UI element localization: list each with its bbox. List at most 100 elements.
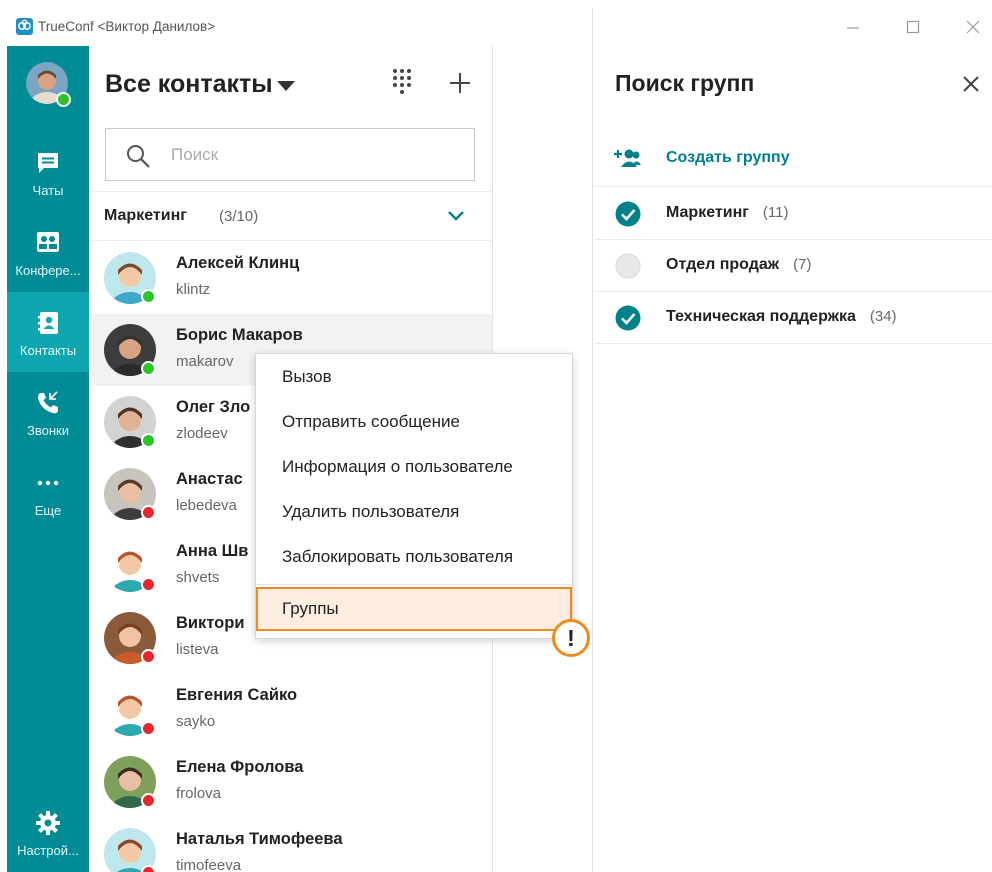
- contact-login: sayko: [176, 713, 216, 730]
- nav-label: Конфере...: [15, 263, 81, 278]
- group-name: Маркетинг: [666, 204, 749, 221]
- presence-status-dot: [141, 577, 156, 592]
- more-icon: [35, 470, 61, 496]
- group-search-panel: Поиск групп Создать группу Маркетинг (11)…: [594, 46, 992, 872]
- contact-login: frolova: [176, 785, 222, 802]
- create-group-button[interactable]: Создать группу: [594, 131, 992, 187]
- online-status-dot: [56, 92, 71, 107]
- group-search-title: Поиск групп: [615, 70, 755, 96]
- group-count: (3/10): [219, 208, 259, 225]
- contact-avatar: [103, 395, 157, 449]
- contact-login: shvets: [176, 569, 220, 586]
- group-name: Отдел продаж: [666, 256, 780, 273]
- maximize-button[interactable]: [903, 17, 923, 37]
- user-avatar[interactable]: [26, 62, 71, 107]
- contact-avatar: [103, 683, 157, 737]
- contact-row[interactable]: Елена Фролова frolova: [89, 746, 492, 818]
- contact-row[interactable]: Евгения Сайко sayko: [89, 674, 492, 746]
- contact-name: Евгения Сайко: [176, 686, 298, 704]
- dropdown-arrow-icon[interactable]: [277, 81, 295, 91]
- contact-login: timofeeva: [176, 857, 242, 872]
- contacts-title[interactable]: Все контакты: [105, 70, 273, 99]
- unchecked-circle-icon[interactable]: [615, 253, 641, 279]
- contact-avatar: [103, 467, 157, 521]
- contact-search: [105, 128, 475, 181]
- presence-status-dot: [141, 793, 156, 808]
- group-member-count: (11): [762, 204, 789, 221]
- group-name: Маркетинг: [104, 207, 187, 224]
- contact-avatar: [103, 539, 157, 593]
- presence-status-dot: [141, 433, 156, 448]
- nav-settings[interactable]: Настрой...: [7, 792, 89, 872]
- checked-circle-icon[interactable]: [615, 305, 641, 331]
- contact-login: klintz: [176, 281, 211, 298]
- contact-name: Наталья Тимофеева: [176, 830, 343, 848]
- conference-icon: [35, 230, 61, 256]
- search-input[interactable]: [171, 144, 451, 166]
- checked-circle-icon[interactable]: [615, 201, 641, 227]
- add-contact-icon[interactable]: [447, 70, 473, 96]
- nav-contacts[interactable]: Контакты: [7, 292, 89, 372]
- window-title: TrueConf <Виктор Данилов>: [38, 19, 216, 34]
- contact-avatar: [103, 827, 157, 872]
- nav-more[interactable]: Еще: [7, 452, 89, 532]
- contact-row[interactable]: Наталья Тимофеева timofeeva: [89, 818, 492, 872]
- menu-item-user-info[interactable]: Информация о пользователе: [256, 445, 572, 489]
- window-close-button[interactable]: [963, 17, 983, 37]
- group-row[interactable]: Отдел продаж (7): [594, 240, 992, 292]
- chevron-down-icon[interactable]: [447, 209, 465, 223]
- nav-rail: Чаты Конфере... Контакты Звонки Еще Наст…: [7, 46, 89, 872]
- presence-status-dot: [141, 649, 156, 664]
- trueconf-logo-icon: [16, 18, 33, 35]
- nav-label: Контакты: [19, 343, 77, 358]
- group-label: Маркетинг (11): [666, 204, 788, 222]
- settings-icon: [35, 810, 61, 836]
- nav-label: Звонки: [27, 423, 69, 438]
- group-label: Техническая поддержка (34): [666, 308, 897, 326]
- contact-context-menu: Вызов Отправить сообщение Информация о п…: [255, 353, 573, 639]
- presence-status-dot: [141, 361, 156, 376]
- close-icon[interactable]: [960, 73, 982, 95]
- contact-name: Алексей Клинц: [176, 254, 300, 272]
- menu-item-send-message[interactable]: Отправить сообщение: [256, 400, 572, 444]
- presence-status-dot: [141, 289, 156, 304]
- group-row[interactable]: Техническая поддержка (34): [594, 292, 992, 344]
- search-icon: [125, 143, 151, 169]
- minimize-button[interactable]: [843, 17, 863, 37]
- contact-row[interactable]: Алексей Клинц klintz: [89, 242, 492, 314]
- nav-label: Настрой...: [17, 843, 79, 858]
- attention-badge: !: [552, 619, 590, 657]
- contact-name: Олег Зло: [176, 398, 251, 416]
- group-header[interactable]: Маркетинг (3/10): [89, 191, 492, 241]
- group-row[interactable]: Маркетинг (11): [594, 188, 992, 240]
- group-label: Отдел продаж (7): [666, 256, 811, 274]
- create-group-label: Создать группу: [666, 149, 790, 166]
- contact-login: lebedeva: [176, 497, 237, 514]
- contacts-icon: [35, 310, 61, 336]
- calls-icon: [35, 390, 61, 416]
- dialpad-icon[interactable]: [389, 66, 415, 100]
- contact-avatar: [103, 755, 157, 809]
- contact-name: Борис Макаров: [176, 326, 303, 344]
- contact-login: zlodeev: [176, 425, 228, 442]
- group-member-count: (34): [869, 308, 897, 325]
- menu-item-call[interactable]: Вызов: [256, 355, 572, 399]
- contact-login: makarov: [176, 353, 234, 370]
- nav-calls[interactable]: Звонки: [7, 372, 89, 452]
- nav-chats[interactable]: Чаты: [7, 132, 89, 212]
- nav-label: Чаты: [32, 183, 64, 198]
- group-name: Техническая поддержка: [666, 308, 856, 325]
- menu-item-groups[interactable]: Группы: [256, 587, 572, 631]
- contact-name: Анастас: [176, 470, 243, 488]
- nav-conferences[interactable]: Конфере...: [7, 212, 89, 292]
- menu-item-delete-user[interactable]: Удалить пользователя: [256, 490, 572, 534]
- presence-status-dot: [141, 505, 156, 520]
- nav-label: Еще: [34, 503, 62, 518]
- contact-name: Анна Шв: [176, 542, 249, 560]
- contact-avatar: [103, 251, 157, 305]
- add-group-icon: [614, 147, 642, 171]
- contact-name: Елена Фролова: [176, 758, 304, 776]
- contact-name: Виктори: [176, 614, 245, 632]
- menu-item-block-user[interactable]: Заблокировать пользователя: [256, 535, 572, 579]
- presence-status-dot: [141, 721, 156, 736]
